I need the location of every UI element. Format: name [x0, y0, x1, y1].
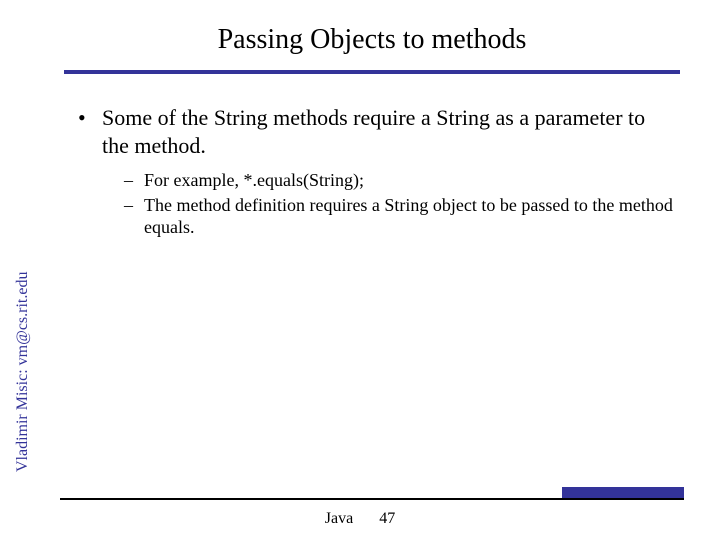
footer-divider — [60, 498, 684, 500]
bullet-main-text: Some of the String methods require a Str… — [102, 104, 674, 159]
bullet-sub-text: The method definition requires a String … — [144, 194, 674, 239]
bullet-sub-text: For example, *.equals(String); — [144, 169, 364, 192]
footer: Java 47 — [0, 510, 720, 528]
bullet-dash-icon: – — [124, 194, 144, 217]
content-area: • Some of the String methods require a S… — [60, 104, 684, 239]
bullet-dot-icon: • — [78, 104, 102, 132]
slide-title: Passing Objects to methods — [60, 24, 684, 56]
slide: Passing Objects to methods • Some of the… — [0, 0, 720, 540]
bullet-sub: – The method definition requires a Strin… — [124, 194, 674, 239]
bullet-sub: – For example, *.equals(String); — [124, 169, 674, 192]
bullet-main: • Some of the String methods require a S… — [78, 104, 674, 159]
footer-label: Java — [325, 510, 353, 527]
footer-page-number: 47 — [379, 510, 395, 527]
sub-bullet-list: – For example, *.equals(String); – The m… — [78, 169, 674, 239]
title-divider — [64, 70, 680, 74]
author-sidebar: Vladimir Misic: vm@cs.rit.edu — [14, 272, 32, 472]
bullet-dash-icon: – — [124, 169, 144, 192]
